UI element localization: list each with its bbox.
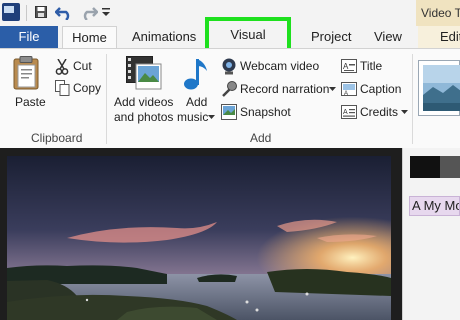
svg-text:A: A bbox=[343, 109, 348, 116]
add-music-label-line1: Add bbox=[186, 95, 208, 109]
redo-icon[interactable] bbox=[80, 4, 98, 20]
svg-text:A: A bbox=[344, 91, 348, 96]
add-group-label: Add bbox=[250, 131, 272, 145]
title-label: Title bbox=[360, 59, 383, 73]
qat-separator bbox=[26, 5, 27, 21]
credits-icon: A bbox=[341, 105, 357, 119]
app-icon-glyph bbox=[4, 6, 14, 13]
caption-chip[interactable]: A My Mo bbox=[409, 196, 460, 216]
snapshot-button[interactable]: Snapshot bbox=[221, 104, 301, 122]
credits-label: Credits bbox=[360, 105, 399, 119]
storyboard-clip-frame bbox=[440, 156, 460, 178]
caption-button[interactable]: A Caption bbox=[341, 81, 405, 99]
snapshot-label: Snapshot bbox=[240, 105, 291, 119]
tab-project[interactable]: Project bbox=[311, 26, 351, 48]
group-separator bbox=[106, 54, 107, 144]
title-icon: A bbox=[341, 59, 357, 73]
svg-text:A: A bbox=[343, 62, 349, 71]
qat-more-icon[interactable] bbox=[101, 6, 111, 18]
add-music-label-line2: music bbox=[177, 110, 209, 124]
undo-icon[interactable] bbox=[55, 4, 73, 20]
film-photo-icon bbox=[126, 56, 162, 90]
copy-icon bbox=[55, 80, 70, 96]
tab-view[interactable]: View bbox=[374, 26, 402, 48]
tab-edit[interactable]: Edit bbox=[418, 26, 460, 48]
copy-label: Copy bbox=[73, 81, 102, 95]
record-narration-label: Record narration bbox=[240, 82, 330, 96]
add-videos-label-line1: Add videos bbox=[114, 95, 174, 109]
tab-visual-effects[interactable]: Visual Effects bbox=[205, 17, 291, 69]
snapshot-icon bbox=[221, 104, 237, 120]
save-icon[interactable] bbox=[35, 6, 47, 18]
context-tab-video-tools: Video To bbox=[416, 0, 460, 26]
webcam-icon bbox=[222, 58, 236, 75]
cut-label: Cut bbox=[73, 59, 92, 73]
clipboard-group-label: Clipboard bbox=[31, 131, 83, 145]
copy-button[interactable]: Copy bbox=[55, 80, 105, 98]
dropdown-arrow-icon bbox=[329, 87, 336, 91]
music-note-icon bbox=[184, 59, 207, 90]
tab-home[interactable]: Home bbox=[62, 26, 117, 48]
record-narration-button[interactable]: Record narration bbox=[221, 81, 339, 99]
add-music-button[interactable]: Add music bbox=[177, 56, 217, 126]
paste-button[interactable]: Paste bbox=[10, 56, 46, 112]
preview-photo[interactable] bbox=[7, 156, 391, 320]
paste-icon bbox=[13, 56, 39, 90]
dropdown-arrow-icon bbox=[208, 115, 215, 119]
paste-label: Paste bbox=[15, 95, 46, 109]
dropdown-arrow-icon bbox=[401, 110, 408, 114]
webcam-video-button[interactable]: Webcam video bbox=[221, 58, 331, 76]
group-separator bbox=[412, 54, 413, 144]
cut-icon bbox=[55, 59, 69, 75]
add-videos-photos-button[interactable]: Add videos and photos bbox=[113, 56, 175, 126]
add-videos-label-line2: and photos bbox=[114, 110, 174, 124]
credits-button[interactable]: A Credits bbox=[341, 104, 409, 122]
webcam-video-label: Webcam video bbox=[240, 59, 320, 73]
caption-label: Caption bbox=[360, 82, 402, 96]
landscape-thumbnail-icon bbox=[423, 65, 460, 111]
gallery-thumbnail[interactable] bbox=[418, 60, 460, 116]
title-button[interactable]: A Title bbox=[341, 58, 401, 76]
cut-button[interactable]: Cut bbox=[55, 58, 100, 76]
caption-icon: A bbox=[341, 82, 357, 96]
tab-animations[interactable]: Animations bbox=[132, 26, 196, 48]
microphone-icon bbox=[222, 81, 237, 97]
tab-file[interactable]: File bbox=[0, 26, 58, 48]
